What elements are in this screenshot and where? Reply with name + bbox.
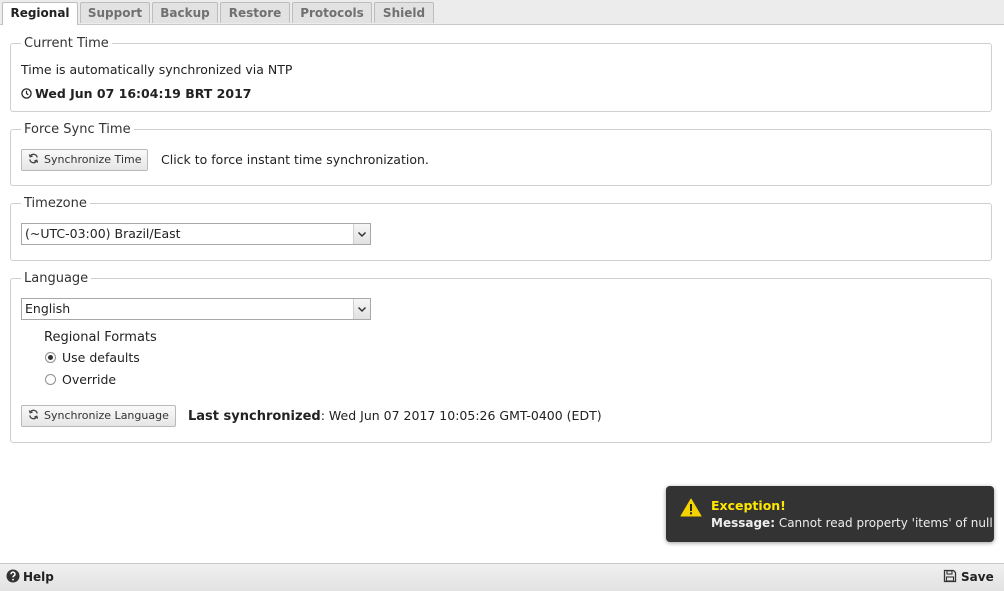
footer-bar: Help Save <box>0 563 1004 591</box>
synchronize-language-label: Synchronize Language <box>44 409 169 422</box>
toast-message: Message: Cannot read property 'items' of… <box>711 516 993 530</box>
last-synchronized-value: : Wed Jun 07 2017 10:05:26 GMT-0400 (EDT… <box>320 408 602 423</box>
toast-message-label: Message: <box>711 516 775 530</box>
timezone-legend: Timezone <box>24 196 87 211</box>
ntp-sync-text: Time is automatically synchronized via N… <box>21 62 293 77</box>
help-button[interactable]: Help <box>6 569 54 586</box>
help-icon <box>6 569 20 586</box>
current-time-legend: Current Time <box>24 36 109 51</box>
language-legend: Language <box>24 271 89 286</box>
current-time-value: Wed Jun 07 16:04:19 BRT 2017 <box>35 86 252 101</box>
save-label: Save <box>961 570 994 584</box>
regional-formats-label: Regional Formats <box>44 330 157 345</box>
refresh-icon <box>28 151 40 171</box>
warning-icon <box>680 498 702 520</box>
language-select[interactable]: English <box>21 298 371 320</box>
chevron-down-icon <box>353 299 370 319</box>
force-sync-section: Force Sync Time <box>10 122 992 186</box>
use-defaults-radio[interactable] <box>45 352 56 363</box>
tab-restore[interactable]: Restore <box>220 2 290 23</box>
help-label: Help <box>23 570 54 584</box>
clock-icon <box>21 87 32 102</box>
force-sync-legend: Force Sync Time <box>24 122 131 137</box>
tab-support[interactable]: Support <box>80 2 150 23</box>
toast-message-text: Cannot read property 'items' of null <box>778 516 993 530</box>
override-radio[interactable] <box>45 374 56 385</box>
override-label[interactable]: Override <box>62 372 116 387</box>
last-synchronized: Last synchronized: Wed Jun 07 2017 10:05… <box>188 408 602 424</box>
tab-shield[interactable]: Shield <box>374 2 434 23</box>
force-sync-description: Click to force instant time synchronizat… <box>161 152 429 167</box>
chevron-down-icon <box>353 224 370 244</box>
use-defaults-label[interactable]: Use defaults <box>62 350 140 365</box>
refresh-icon <box>28 407 40 427</box>
language-selected-value: English <box>25 301 71 316</box>
last-synchronized-label: Last synchronized <box>188 409 321 424</box>
synchronize-language-button[interactable]: Synchronize Language <box>21 405 176 427</box>
current-time-display: Wed Jun 07 16:04:19 BRT 2017 <box>21 86 251 102</box>
save-icon <box>943 569 957 586</box>
toast-title: Exception! <box>711 498 786 513</box>
tab-backup[interactable]: Backup <box>152 2 218 23</box>
timezone-selected-value: (~UTC-03:00) Brazil/East <box>25 226 181 241</box>
save-button[interactable]: Save <box>943 569 994 586</box>
exception-toast[interactable]: Exception! Message: Cannot read property… <box>666 486 994 542</box>
timezone-select[interactable]: (~UTC-03:00) Brazil/East <box>21 223 371 245</box>
tab-protocols[interactable]: Protocols <box>292 2 372 23</box>
synchronize-time-label: Synchronize Time <box>44 153 142 166</box>
tab-bar: Regional Support Backup Restore Protocol… <box>0 0 1004 25</box>
synchronize-time-button[interactable]: Synchronize Time <box>21 149 149 171</box>
tab-regional[interactable]: Regional <box>2 2 78 25</box>
